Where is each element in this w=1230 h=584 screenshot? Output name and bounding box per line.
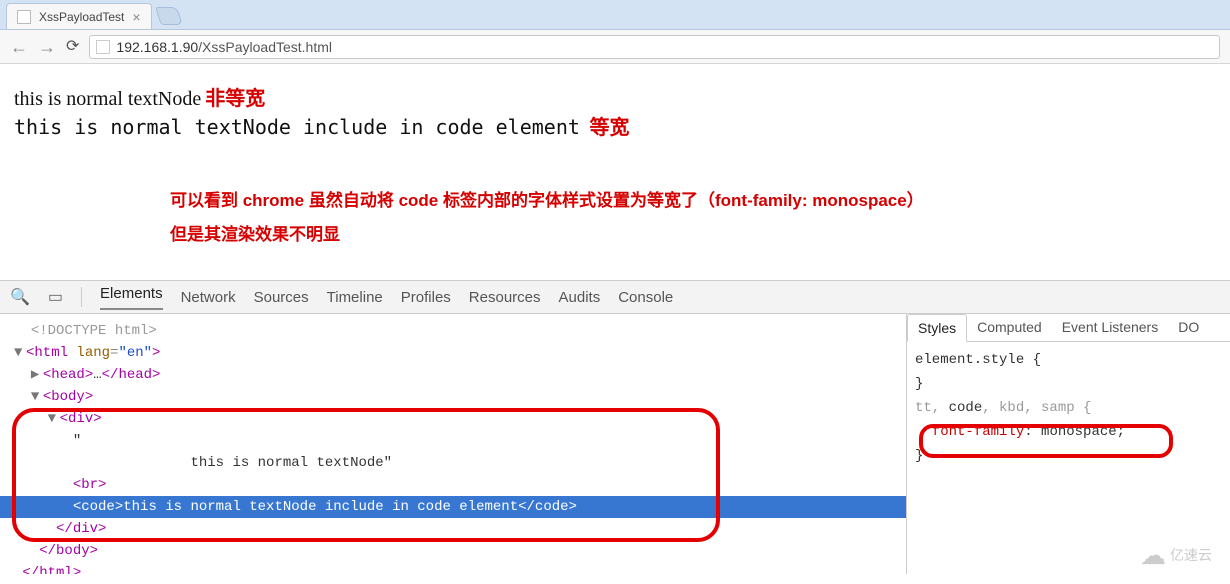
- dom-quote: ": [14, 433, 81, 449]
- dom-body-open[interactable]: ▼<body>: [14, 389, 93, 405]
- annotation-non-monospace: 非等宽: [205, 88, 265, 110]
- css-prop-font-family: font-family: [932, 424, 1024, 440]
- annotation-comment: 可以看到 chrome 虽然自动将 code 标签内部的字体样式设置为等宽了（f…: [170, 184, 1216, 252]
- browser-tab[interactable]: XssPayloadTest ×: [6, 3, 152, 29]
- rule-element-style[interactable]: element.style {: [915, 348, 1222, 372]
- page-icon: [96, 40, 110, 54]
- url-host: 192.168.1.90: [116, 39, 198, 55]
- tab-elements[interactable]: Elements: [100, 285, 163, 310]
- tab-profiles[interactable]: Profiles: [401, 289, 451, 306]
- browser-toolbar: ← → ⟳ 192.168.1.90/XssPayloadTest.html: [0, 30, 1230, 64]
- dom-code-selected[interactable]: <code>this is normal textNode include in…: [0, 496, 906, 518]
- code-text: this is normal textNode include in code …: [14, 115, 580, 139]
- dom-div-open[interactable]: ▼<div>: [14, 411, 102, 427]
- dom-html-open[interactable]: ▼<html lang="en">: [14, 345, 160, 361]
- annotation-monospace: 等宽: [590, 117, 630, 139]
- elements-panel[interactable]: <!DOCTYPE html> ▼<html lang="en"> ▶<head…: [0, 314, 906, 574]
- page-line-1: this is normal textNode非等宽: [14, 82, 1216, 111]
- page-content: this is normal textNode非等宽 this is norma…: [0, 64, 1230, 280]
- rule-element-style-close: }: [915, 372, 1222, 396]
- comment-line-2: 但是其渲染效果不明显: [170, 218, 1216, 252]
- close-icon[interactable]: ×: [132, 10, 140, 24]
- tab-audits[interactable]: Audits: [559, 289, 601, 306]
- tab-network[interactable]: Network: [181, 289, 236, 306]
- rule-ua-close: }: [915, 444, 1222, 468]
- dom-br[interactable]: <br>: [14, 477, 106, 493]
- back-icon[interactable]: ←: [10, 38, 28, 56]
- rule-ua-sel-dim: tt,: [915, 400, 949, 416]
- browser-tab-strip: XssPayloadTest ×: [0, 0, 1230, 30]
- reload-icon[interactable]: ⟳: [66, 39, 79, 55]
- tab-resources[interactable]: Resources: [469, 289, 541, 306]
- rule-ua-declaration[interactable]: font-family: monospace;: [915, 420, 1222, 444]
- devtools-toolbar: 🔍 ▭ Elements Network Sources Timeline Pr…: [0, 280, 1230, 314]
- address-bar[interactable]: 192.168.1.90/XssPayloadTest.html: [89, 35, 1220, 59]
- tab-sources[interactable]: Sources: [254, 289, 309, 306]
- styles-tab-event-listeners[interactable]: Event Listeners: [1052, 314, 1169, 341]
- comment-line-1: 可以看到 chrome 虽然自动将 code 标签内部的字体样式设置为等宽了（f…: [170, 184, 1216, 218]
- styles-panel: Styles Computed Event Listeners DO eleme…: [906, 314, 1230, 574]
- tab-title: XssPayloadTest: [39, 10, 124, 24]
- url-path: /XssPayloadTest.html: [198, 39, 332, 55]
- separator: [81, 287, 82, 307]
- page-line-2: this is normal textNode include in code …: [14, 111, 1216, 140]
- search-icon[interactable]: 🔍: [10, 287, 30, 307]
- dom-body-close[interactable]: </body>: [14, 543, 98, 559]
- rule-ua-sel-tail: , kbd, samp {: [982, 400, 1091, 416]
- css-val-monospace: monospace;: [1041, 424, 1125, 440]
- url-text: 192.168.1.90/XssPayloadTest.html: [116, 39, 1213, 55]
- devtools-panes: <!DOCTYPE html> ▼<html lang="en"> ▶<head…: [0, 314, 1230, 574]
- styles-tab-computed[interactable]: Computed: [967, 314, 1052, 341]
- dom-text-node[interactable]: this is normal textNode": [14, 455, 392, 471]
- rule-ua-sel-main: code: [949, 400, 983, 416]
- styles-tab-styles[interactable]: Styles: [907, 314, 967, 342]
- tab-timeline[interactable]: Timeline: [327, 289, 383, 306]
- dom-html-close[interactable]: </html>: [14, 565, 81, 574]
- forward-icon: →: [38, 38, 56, 56]
- device-icon[interactable]: ▭: [48, 287, 63, 307]
- page-favicon-icon: [17, 10, 31, 24]
- styles-tab-dom-truncated[interactable]: DO: [1168, 314, 1209, 341]
- dom-doctype: <!DOCTYPE html>: [14, 323, 157, 339]
- rule-ua-selector[interactable]: tt, code, kbd, samp {: [915, 396, 1222, 420]
- tab-console[interactable]: Console: [618, 289, 673, 306]
- annotation-circle-dom: [12, 408, 720, 542]
- dom-head[interactable]: ▶<head>…</head>: [14, 367, 160, 383]
- dom-div-close[interactable]: </div>: [14, 521, 106, 537]
- styles-rules[interactable]: element.style { } tt, code, kbd, samp { …: [907, 342, 1230, 474]
- new-tab-button[interactable]: [155, 7, 183, 25]
- normal-text: this is normal textNode: [14, 88, 201, 110]
- styles-tabs: Styles Computed Event Listeners DO: [907, 314, 1230, 342]
